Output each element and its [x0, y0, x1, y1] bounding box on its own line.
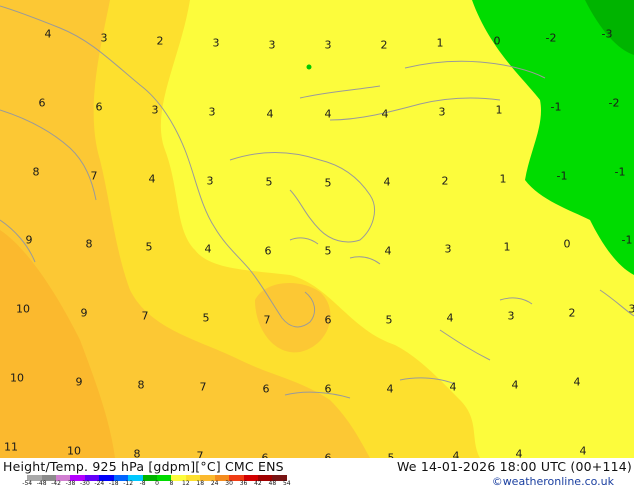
temperature-value: -1	[614, 165, 626, 179]
temperature-value: 3	[324, 38, 332, 52]
temperature-value: 0	[563, 237, 571, 251]
temperature-value: 6	[38, 96, 46, 110]
temperature-value: 7	[263, 313, 271, 327]
color-scale-tick: 0	[155, 480, 159, 487]
color-scale-tick: 24	[210, 480, 219, 487]
temperature-value: 10	[10, 371, 24, 385]
temperature-value: 4	[511, 378, 519, 392]
temperature-value: 8	[137, 378, 145, 392]
temperature-value: 4	[383, 175, 391, 189]
temperature-value: 10	[16, 302, 30, 316]
color-scale-tick: -48	[36, 480, 47, 487]
temperature-value: 4	[452, 449, 460, 459]
temperature-value: 4	[148, 172, 156, 186]
temperature-value: 8	[133, 447, 141, 459]
temperature-value: 9	[80, 306, 88, 320]
color-scale-tick: 36	[239, 480, 248, 487]
map-canvas[interactable]: 4 3 2 3 3 3 2 1 0 -2 -3 6 6 3 3 4 4 4 3 1 -1 -2 8 7 4 3 5 5 4 2 1 -1 -1 9…	[0, 0, 634, 458]
color-scale-tick: -24	[94, 480, 105, 487]
temperature-value: 4	[386, 382, 394, 396]
temperature-value: 2	[568, 306, 576, 320]
temperature-value: 1	[499, 172, 507, 186]
temperature-value: -1	[621, 233, 633, 247]
temperature-value: 4	[515, 447, 523, 459]
color-scale-tick: 18	[196, 480, 205, 487]
temperature-value: 6	[324, 313, 332, 327]
temperature-value: 4	[446, 311, 454, 325]
temperature-value: 10	[67, 444, 81, 458]
temperature-value: -1	[556, 169, 568, 183]
temperature-value: 4	[324, 107, 332, 121]
color-scale-tick: -18	[108, 480, 119, 487]
temperature-value: 1	[503, 240, 511, 254]
temperature-value: 5	[145, 240, 153, 254]
temperature-value: 8	[32, 165, 40, 179]
temperature-value: 4	[573, 375, 581, 389]
temperature-value: 3	[268, 38, 276, 52]
footer-bar: Height/Temp. 925 hPa [gdpm][°C] CMC ENS …	[0, 458, 634, 490]
temperature-value: 3	[438, 105, 446, 119]
color-scale-tick: 8	[169, 480, 174, 487]
temperature-value: 2	[380, 38, 388, 52]
color-scale-tick: -8	[139, 480, 146, 487]
credit-link[interactable]: ©weatheronline.co.uk	[492, 475, 614, 488]
temperature-value: 4	[204, 242, 212, 256]
temperature-value: 1	[495, 103, 503, 117]
temperature-value: 4	[266, 107, 274, 121]
temperature-value: 2	[156, 34, 164, 48]
color-scale-tick: 48	[268, 480, 277, 487]
temperature-value: 6	[264, 244, 272, 258]
color-scale-tick: 30	[225, 480, 233, 487]
temperature-value: 3	[151, 103, 159, 117]
color-scale-tick: 12	[182, 480, 190, 487]
temperature-value: 6	[95, 100, 103, 114]
temperature-value: 5	[385, 313, 393, 327]
temperature-value: 4	[384, 244, 392, 258]
color-scale-tick: -38	[65, 480, 76, 487]
temperature-value: 5	[324, 244, 332, 258]
temperature-value: 3	[208, 105, 216, 119]
temperature-value: 9	[75, 375, 83, 389]
temperature-value: 6	[262, 382, 270, 396]
temperature-value: -2	[608, 96, 620, 110]
temperature-value: 3	[507, 309, 515, 323]
temperature-value: 8	[85, 237, 93, 251]
temperature-value: 3	[628, 302, 634, 316]
color-scale-tick: -54	[22, 480, 33, 487]
temperature-value: -2	[545, 31, 557, 45]
color-scale-legend: -54 -48 -42 -38 -30 -24 -18 -12 -8 0 8 12 18 24 30 36 42…	[20, 475, 294, 487]
color-scale-tick: 42	[254, 480, 262, 487]
color-scale-tick: -12	[123, 480, 134, 487]
temperature-value: 4	[381, 107, 389, 121]
temperature-value: 11	[4, 440, 18, 454]
color-scale-tick: -42	[51, 480, 61, 487]
temperature-value: 4	[449, 380, 457, 394]
temperature-value: 5	[324, 176, 332, 190]
color-scale-tick: -30	[79, 480, 90, 487]
temperature-value: 1	[436, 36, 444, 50]
temperature-value: 5	[202, 311, 210, 325]
temperature-value: 7	[90, 169, 98, 183]
temperature-value: 4	[44, 27, 52, 41]
temperature-value: -3	[601, 27, 613, 41]
temperature-value: 2	[441, 174, 449, 188]
temperature-value: 6	[324, 382, 332, 396]
temperature-value: 3	[212, 36, 220, 50]
temperature-value: 7	[199, 380, 207, 394]
temperature-value: 4	[579, 444, 587, 458]
temperature-value: 5	[265, 175, 273, 189]
color-scale-tick: 54	[282, 480, 291, 487]
chart-title: Height/Temp. 925 hPa [gdpm][°C] CMC ENS	[3, 459, 284, 474]
temperature-value: 7	[141, 309, 149, 323]
temperature-value: 3	[206, 174, 214, 188]
temperature-value: 9	[25, 233, 33, 247]
map-fields	[0, 0, 634, 458]
temperature-value: 0	[493, 34, 501, 48]
temperature-value: 3	[444, 242, 452, 256]
temperature-value: 7	[196, 449, 204, 459]
temperature-value: 3	[100, 31, 108, 45]
valid-datetime: We 14-01-2026 18:00 UTC (00+114)	[396, 459, 632, 474]
temperature-value: -1	[550, 100, 562, 114]
